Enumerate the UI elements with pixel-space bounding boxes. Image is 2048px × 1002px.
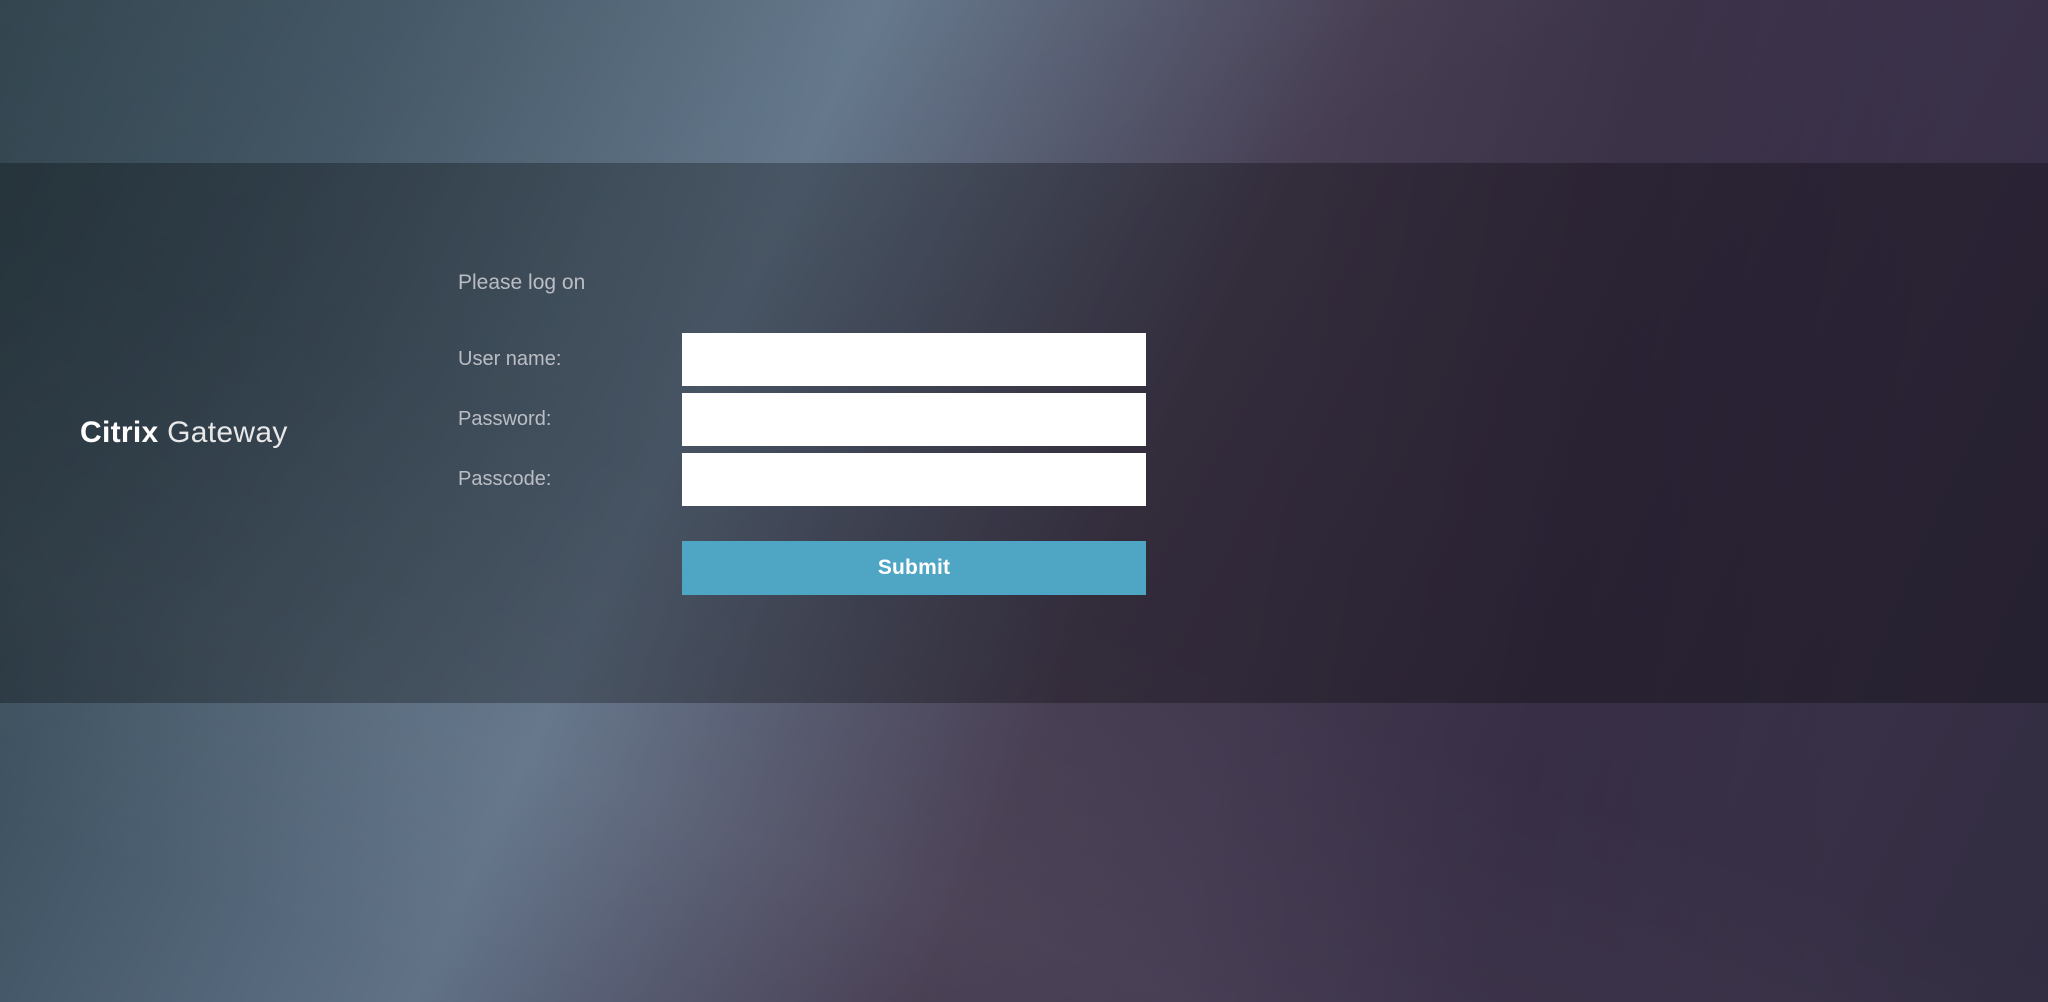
submit-button[interactable]: Submit bbox=[682, 541, 1146, 595]
password-input[interactable] bbox=[682, 393, 1146, 446]
logo-product: Gateway bbox=[167, 416, 288, 449]
product-logo: Citrix Gateway bbox=[80, 416, 458, 450]
username-row: User name: bbox=[458, 333, 1146, 386]
passcode-row: Passcode: bbox=[458, 453, 1146, 506]
password-row: Password: bbox=[458, 393, 1146, 446]
login-panel: Citrix Gateway Please log on User name: … bbox=[0, 163, 2048, 703]
username-label: User name: bbox=[458, 348, 682, 371]
submit-spacer bbox=[458, 541, 682, 595]
password-label: Password: bbox=[458, 408, 682, 431]
login-panel-inner: Citrix Gateway Please log on User name: … bbox=[0, 271, 2048, 595]
login-form: Please log on User name: Password: Passc… bbox=[458, 271, 1146, 595]
logo-brand: Citrix bbox=[80, 416, 159, 449]
login-instruction: Please log on bbox=[458, 271, 1146, 295]
product-logo-text: Citrix Gateway bbox=[80, 416, 458, 450]
submit-row: Submit bbox=[458, 541, 1146, 595]
passcode-input[interactable] bbox=[682, 453, 1146, 506]
passcode-label: Passcode: bbox=[458, 468, 682, 491]
username-input[interactable] bbox=[682, 333, 1146, 386]
